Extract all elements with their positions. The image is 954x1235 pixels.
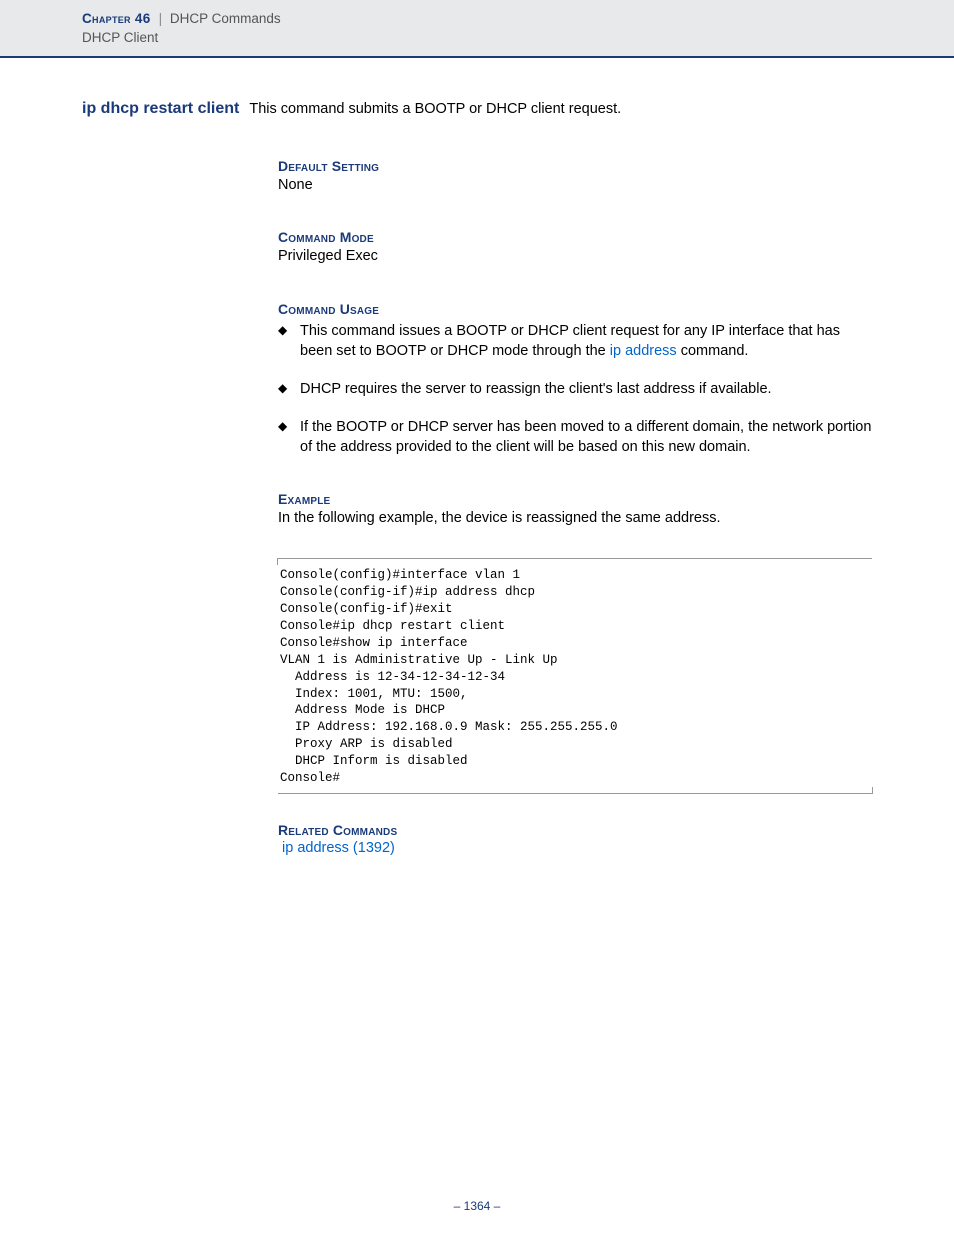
command-name: ip dhcp restart client <box>82 100 239 118</box>
usage-item: DHCP requires the server to reassign the… <box>278 379 872 399</box>
chapter-word: Chapter <box>82 11 131 26</box>
header-line1: Chapter 46 | DHCP Commands <box>82 10 954 29</box>
usage-item: If the BOOTP or DHCP server has been mov… <box>278 417 872 457</box>
command-row: ip dhcp restart client This command subm… <box>82 100 872 118</box>
usage-text-post: command. <box>677 343 749 359</box>
ip-address-link[interactable]: ip address <box>610 343 677 359</box>
content: ip dhcp restart client This command subm… <box>82 100 872 857</box>
usage-list: This command issues a BOOTP or DHCP clie… <box>278 321 872 457</box>
chapter-number: 46 <box>135 11 151 26</box>
command-mode-value: Privileged Exec <box>278 247 872 267</box>
example-intro: In the following example, the device is … <box>278 509 872 529</box>
default-setting-value: None <box>278 176 872 196</box>
command-summary: This command submits a BOOTP or DHCP cli… <box>249 101 621 117</box>
section-name: DHCP Commands <box>170 11 281 26</box>
command-mode-heading: Command Mode <box>278 229 872 245</box>
usage-text-pre: This command issues a BOOTP or DHCP clie… <box>300 323 840 359</box>
usage-text: DHCP requires the server to reassign the… <box>300 381 772 397</box>
page-number: – 1364 – <box>0 1199 954 1213</box>
header-inner: Chapter 46 | DHCP Commands DHCP Client <box>82 10 954 48</box>
related-link[interactable]: ip address (1392) <box>282 840 395 856</box>
usage-item: This command issues a BOOTP or DHCP clie… <box>278 321 872 361</box>
default-setting-heading: Default Setting <box>278 158 872 174</box>
divider: | <box>159 11 163 26</box>
page-header: Chapter 46 | DHCP Commands DHCP Client <box>0 0 954 58</box>
example-heading: Example <box>278 491 872 507</box>
command-usage-heading: Command Usage <box>278 301 872 317</box>
related-heading: Related Commands <box>278 822 872 838</box>
chapter-label: Chapter 46 <box>82 11 155 26</box>
usage-text: If the BOOTP or DHCP server has been mov… <box>300 419 871 455</box>
body-block: Default Setting None Command Mode Privil… <box>278 158 872 857</box>
related-commands: Related Commands ip address (1392) <box>278 822 872 857</box>
example-code: Console(config)#interface vlan 1 Console… <box>278 558 872 793</box>
header-subsection: DHCP Client <box>82 29 954 48</box>
